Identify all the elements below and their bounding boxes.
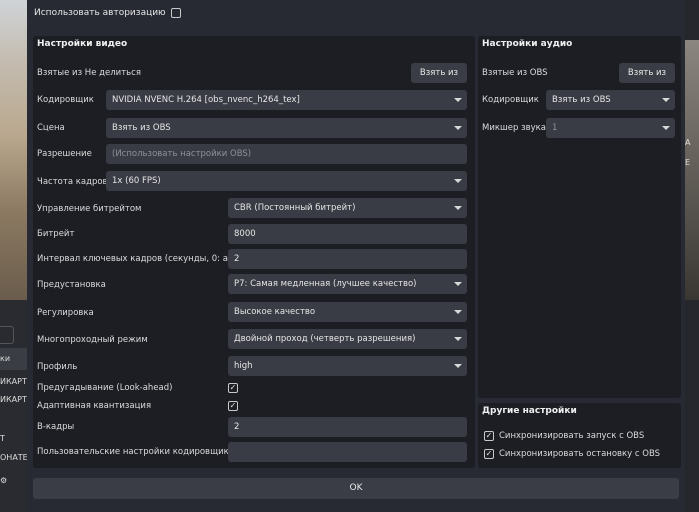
sync-start-checkbox[interactable]: ✓ (484, 431, 494, 441)
profile-value: high (234, 361, 253, 371)
audio-settings-title: Настройки аудио (482, 39, 573, 49)
other-settings-panel: Другие настройки ✓ Синхронизировать запу… (478, 403, 681, 468)
fps-label: Частота кадров (37, 177, 108, 187)
lookahead-checkbox[interactable]: ✓ (228, 383, 238, 393)
chevron-down-icon (454, 179, 462, 183)
preset-select[interactable]: P7: Самая медленная (лучшее качество) (228, 274, 467, 294)
preset-label: Предустановка (37, 280, 106, 290)
adaptive-quant-label: Адаптивная квантизация (37, 401, 152, 411)
keyframe-interval-input[interactable]: 2 (228, 249, 467, 269)
video-take-from-button[interactable]: Взять из (411, 63, 467, 83)
chevron-down-icon (454, 282, 462, 286)
fps-value: 1x (60 FPS) (112, 176, 161, 186)
sync-start-label: Синхронизировать запуск с OBS (499, 431, 645, 441)
chevron-down-icon (454, 206, 462, 210)
bframes-label: B-кадры (37, 422, 75, 432)
chevron-down-icon (454, 310, 462, 314)
background-preview-image (0, 0, 27, 300)
tuning-select[interactable]: Высокое качество (228, 302, 467, 322)
scene-select[interactable]: Взять из OBS (106, 118, 467, 138)
chevron-down-icon (454, 364, 462, 368)
multipass-label: Многопроходный режим (37, 335, 148, 345)
tuning-value: Высокое качество (234, 307, 316, 317)
video-encoder-value: NVIDIA NVENC H.264 [obs_nvenc_h264_tex] (112, 95, 300, 105)
sync-stop-label: Синхронизировать остановку с OBS (499, 449, 661, 459)
background-label: Т (0, 434, 5, 443)
audio-take-from-button[interactable]: Взять из (619, 63, 675, 83)
custom-encoder-options-label: Пользовательские настройки кодировщика (37, 447, 234, 457)
chevron-down-icon (662, 126, 670, 130)
rate-control-label: Управление битрейтом (37, 204, 142, 214)
audio-mixer-select[interactable]: 1 (546, 118, 675, 138)
use-auth-checkbox[interactable] (170, 8, 181, 18)
rate-control-select[interactable]: CBR (Постоянный битрейт) (228, 198, 467, 218)
video-encoder-select[interactable]: NVIDIA NVENC H.264 [obs_nvenc_h264_tex] (106, 90, 467, 110)
profile-select[interactable]: high (228, 356, 467, 376)
lookahead-label: Предугадывание (Look-ahead) (37, 383, 173, 393)
background-label: E (685, 158, 691, 167)
background-label: ки (0, 354, 11, 363)
rate-control-value: CBR (Постоянный битрейт) (234, 203, 356, 213)
profile-label: Профиль (37, 362, 78, 372)
use-auth-label: Использовать авторизацию (34, 8, 166, 18)
bitrate-label: Битрейт (37, 229, 75, 239)
audio-source-label: Взятые из OBS (482, 68, 548, 78)
fps-select[interactable]: 1x (60 FPS) (106, 171, 467, 191)
background-preview-image-right (685, 40, 699, 300)
video-source-label: Взятые из Не делиться (37, 68, 141, 78)
gear-icon: ⚙ (0, 476, 8, 485)
chevron-down-icon (454, 337, 462, 341)
background-label: ОНАТЕ (0, 453, 27, 462)
audio-encoder-label: Кодировщик (482, 95, 539, 105)
resolution-input[interactable]: (Использовать настройки OBS) (106, 144, 467, 164)
adaptive-quant-checkbox[interactable]: ✓ (228, 401, 238, 411)
sync-start-row[interactable]: ✓ Синхронизировать запуск с OBS (484, 431, 644, 441)
multipass-value: Двойной проход (четверть разрешения) (234, 334, 416, 344)
custom-encoder-options-input[interactable] (228, 442, 467, 462)
sync-stop-row[interactable]: ✓ Синхронизировать остановку с OBS (484, 449, 660, 459)
chevron-down-icon (454, 98, 462, 102)
output-settings-dialog: Использовать авторизацию Настройки видео… (27, 0, 685, 512)
video-settings-title: Настройки видео (37, 39, 128, 49)
background-label: ИКАРТА (0, 377, 27, 386)
scene-label: Сцена (37, 123, 65, 133)
bframes-input[interactable]: 2 (228, 417, 467, 437)
sync-stop-checkbox[interactable]: ✓ (484, 449, 494, 459)
background-label: ИКАРТА (0, 395, 27, 404)
ok-button[interactable]: OK (33, 478, 679, 499)
tuning-label: Регулировка (37, 308, 94, 318)
chevron-down-icon (454, 126, 462, 130)
multipass-select[interactable]: Двойной проход (четверть разрешения) (228, 329, 467, 349)
bitrate-input[interactable]: 8000 (228, 224, 467, 244)
background-control (0, 326, 14, 344)
audio-mixer-label: Микшер звука (482, 123, 546, 133)
audio-settings-panel: Настройки аудио Взятые из OBS Взять из К… (478, 36, 681, 398)
audio-encoder-select[interactable]: Взять из OBS (546, 90, 675, 110)
audio-encoder-value: Взять из OBS (552, 95, 611, 105)
video-encoder-label: Кодировщик (37, 95, 94, 105)
video-settings-panel: Настройки видео Взятые из Не делиться Вз… (33, 36, 475, 468)
scene-value: Взять из OBS (112, 123, 171, 133)
preset-value: P7: Самая медленная (лучшее качество) (234, 279, 417, 289)
keyframe-interval-label: Интервал ключевых кадров (секунды, 0: ав… (37, 254, 247, 264)
chevron-down-icon (662, 98, 670, 102)
resolution-label: Разрешение (37, 149, 92, 159)
audio-mixer-value: 1 (552, 123, 558, 133)
background-label: A (685, 138, 691, 147)
other-settings-title: Другие настройки (482, 406, 577, 416)
use-auth-checkbox-row[interactable]: Использовать авторизацию (34, 5, 181, 21)
